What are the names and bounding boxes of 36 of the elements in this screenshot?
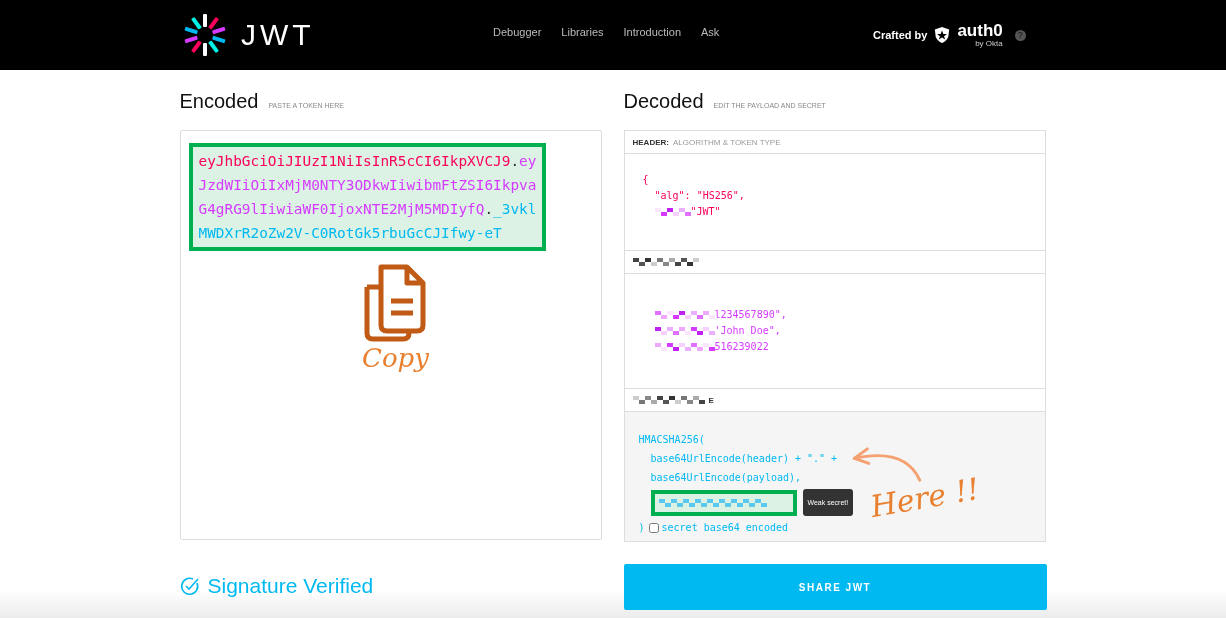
panel-label: HEADER: <box>632 137 669 147</box>
here-annotation: Here !! <box>867 470 982 525</box>
header-json-editor[interactable]: { "alg": "HS256", "JWT" <box>624 154 1045 251</box>
code-line: 'John Doe", <box>714 324 781 338</box>
code-line: l234567890", <box>714 308 787 322</box>
signature-status: Signature Verified <box>207 574 374 598</box>
nav-link[interactable]: Introduction <box>623 26 681 38</box>
secret-input[interactable] <box>650 489 797 516</box>
checkbox[interactable] <box>648 522 659 533</box>
brand-subtitle: by Okta <box>975 39 1003 48</box>
nav-link[interactable]: Libraries <box>561 26 604 38</box>
copy-annotation: Copy <box>362 343 429 373</box>
nav-link[interactable]: Debugger <box>493 26 542 38</box>
code-line: { <box>642 173 649 187</box>
nav-link[interactable]: Ask <box>701 26 720 38</box>
panel-label: E <box>708 395 714 405</box>
starburst-logo-icon[interactable] <box>183 13 227 57</box>
panel-sublabel: ALGORITHM & TOKEN TYPE <box>672 137 781 147</box>
shield-star-icon[interactable] <box>933 26 952 44</box>
code-line: ) <box>638 521 645 535</box>
crafted-by-label: Crafted by <box>873 29 928 41</box>
token-editor[interactable]: eyJhbGciOiJIUzI1NiIsInR5cCI6IkpXVCJ9.ey JzdWIiOiIxMjM0NTY3ODkwIiwibmFtZSI6Ikpva G4gRG9lIiwiaWF0IjoxNTE2MjM5MDIyfQ._3vkl MWDXrR2oZw2V-C0RotGk5rbuGcCJIfwy-eT Copy <box>179 130 602 540</box>
logo-text[interactable]: JWT <box>241 18 315 52</box>
payload-json-editor[interactable]: l234567890", 'John Doe", 516239022 <box>624 274 1045 389</box>
pixelated-block <box>632 258 699 266</box>
code-line: "alg": "HS256", <box>654 189 745 203</box>
code-line: base64UrlEncode(header) + "." + <box>649 452 839 466</box>
code-line: base64UrlEncode(payload), <box>649 471 802 485</box>
section-title: Encoded <box>179 89 259 114</box>
brand-name[interactable]: auth0 <box>957 22 1003 39</box>
code-line: "JWT" <box>690 205 721 219</box>
section-title: Decoded <box>623 89 704 114</box>
check-circle-icon <box>179 576 200 596</box>
code-line: 516239022 <box>714 340 769 354</box>
code-line: HMACSHA256( <box>638 433 706 447</box>
token-text: eyJhbGciOiJIUzI1NiIsInR5cCI6IkpXVCJ9.ey JzdWIiOiIxMjM0NTY3ODkwIiwibmFtZSI6Ikpva G4gRG9lIiwiaWF0IjoxNTE2MjM5MDIyfQ._3vkl MWDXrR2oZw2V-C0RotGk5rbuGcCJIfwy-eT <box>188 143 547 251</box>
